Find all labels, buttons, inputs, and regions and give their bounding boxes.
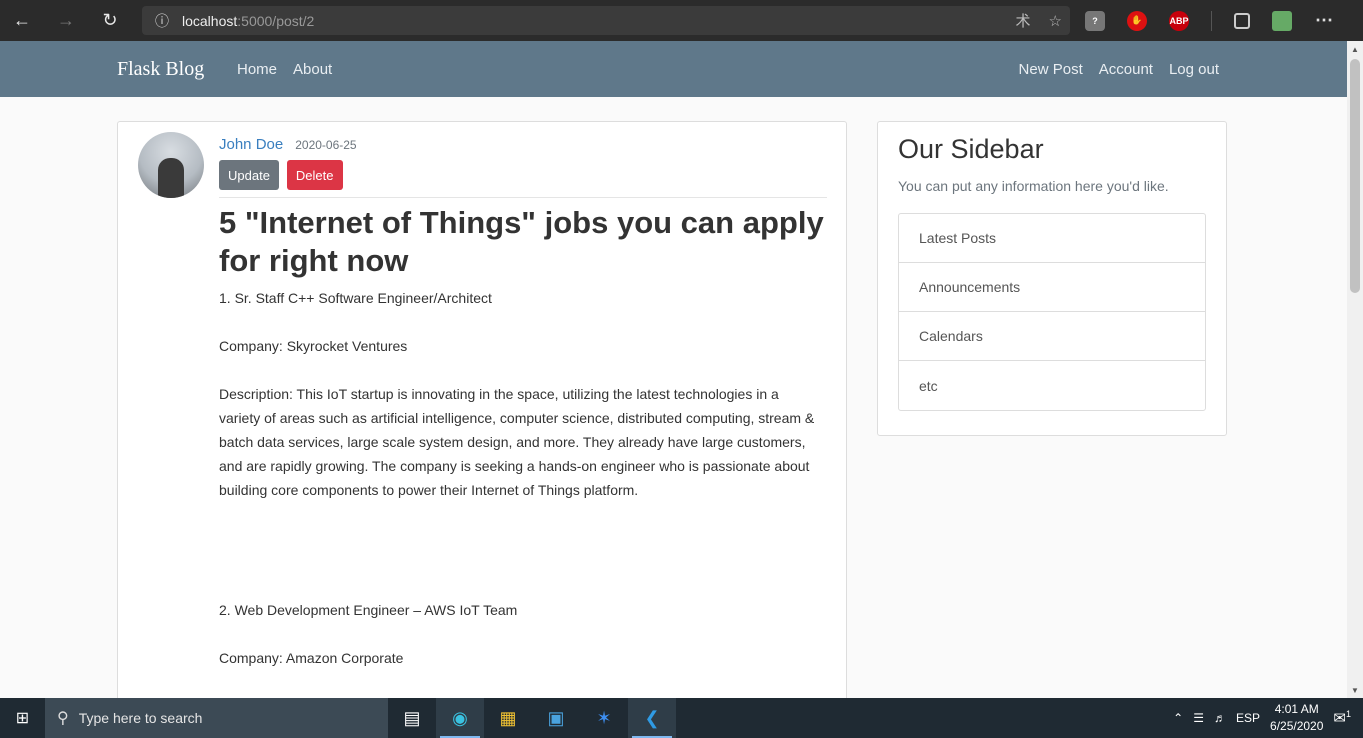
arrow-right-icon: → <box>57 10 75 30</box>
address-bar[interactable]: ⓘ localhost:5000/post/2 术 ☆ <box>142 6 1070 35</box>
scroll-thumb[interactable] <box>1350 59 1360 293</box>
notification-count: 1 <box>1345 709 1351 719</box>
brand-link[interactable]: Flask Blog <box>117 58 204 81</box>
scroll-up-icon[interactable]: ▲ <box>1347 41 1363 57</box>
refresh-icon: ↻ <box>102 10 118 30</box>
nav-link-account[interactable]: Account <box>1099 61 1153 78</box>
post-paragraph: Description: This IoT startup is innovat… <box>219 386 815 498</box>
update-button[interactable]: Update <box>219 160 279 190</box>
post-paragraph: Company: Skyrocket Ventures <box>219 338 408 354</box>
system-tray: ⌃ ☰ ♬ ESP 4:01 AM 6/25/2020 ✉1 <box>1173 698 1363 738</box>
forward-button[interactable]: → <box>44 0 88 41</box>
refresh-button[interactable]: ↻ <box>88 0 132 41</box>
sidebar: Our Sidebar You can put any information … <box>877 121 1227 436</box>
post-title: 5 "Internet of Things" jobs you can appl… <box>219 205 824 278</box>
nav-link-home[interactable]: Home <box>237 61 277 78</box>
profile-avatar-icon[interactable] <box>1272 10 1292 31</box>
search-icon: ⚲ <box>57 710 69 727</box>
language-indicator[interactable]: ESP <box>1236 711 1260 725</box>
adblock-extension-icon[interactable]: ABP <box>1169 10 1189 31</box>
post-meta: John Doe 2020-06-25 <box>219 136 357 153</box>
site-info-icon[interactable]: ⓘ <box>142 11 182 31</box>
url-host: localhost <box>182 12 238 29</box>
browser-toolbar: ← → ↻ ⓘ localhost:5000/post/2 术 ☆ ? ✋ AB… <box>0 0 1363 41</box>
author-link[interactable]: John Doe <box>219 136 283 153</box>
sidebar-subtitle: You can put any information here you'd l… <box>898 178 1169 194</box>
post-paragraph <box>219 526 819 574</box>
edge-browser-icon[interactable]: ◉ <box>436 698 484 738</box>
sidebar-list: Latest Posts Announcements Calendars etc <box>898 213 1206 411</box>
toolbar-divider <box>1211 10 1212 31</box>
volume-icon[interactable]: ♬ <box>1214 711 1226 725</box>
post-article: John Doe 2020-06-25 Update Delete 5 "Int… <box>117 121 847 721</box>
arrow-left-icon: ← <box>13 10 31 30</box>
network-icon[interactable]: ☰ <box>1193 711 1204 725</box>
sidebar-title: Our Sidebar <box>898 134 1044 164</box>
delete-button[interactable]: Delete <box>286 160 343 190</box>
nav-link-logout[interactable]: Log out <box>1169 61 1219 78</box>
post-paragraph: 1. Sr. Staff C++ Software Engineer/Archi… <box>219 290 492 306</box>
favorite-star-icon[interactable]: ☆ <box>1049 12 1062 30</box>
notification-icon[interactable]: ✉1 <box>1333 709 1351 727</box>
clock-time: 4:01 AM <box>1274 702 1319 716</box>
back-button[interactable]: ← <box>0 0 44 41</box>
post-content: 1. Sr. Staff C++ Software Engineer/Archi… <box>219 286 819 694</box>
scroll-down-icon[interactable]: ▼ <box>1347 682 1363 698</box>
windows-taskbar: ⊞ ⚲ Type here to search ▤ ◉ ▦ ▣ ✶ ❮ ⌃ ☰ … <box>0 698 1363 738</box>
hand-extension-icon[interactable]: ✋ <box>1127 10 1147 31</box>
bluetooth-icon[interactable]: ✶ <box>580 698 628 738</box>
post-paragraph: Company: Amazon Corporate <box>219 650 404 666</box>
collections-icon[interactable] <box>1234 12 1250 29</box>
page-scrollbar[interactable]: ▲ ▼ <box>1347 41 1363 698</box>
sidebar-item-etc[interactable]: etc <box>899 361 1205 410</box>
chevron-up-icon[interactable]: ⌃ <box>1173 711 1183 725</box>
site-navbar: Flask Blog Home About New Post Account L… <box>0 41 1347 97</box>
sidebar-item-latest-posts[interactable]: Latest Posts <box>899 214 1205 263</box>
post-paragraph: 2. Web Development Engineer – AWS IoT Te… <box>219 602 518 618</box>
file-explorer-icon[interactable]: ▦ <box>484 698 532 738</box>
clock-date: 6/25/2020 <box>1270 719 1324 733</box>
shield-extension-icon[interactable]: ? <box>1085 10 1105 31</box>
nav-link-about[interactable]: About <box>293 61 332 78</box>
meta-divider <box>219 197 827 198</box>
author-avatar <box>138 132 204 198</box>
sidebar-item-announcements[interactable]: Announcements <box>899 263 1205 312</box>
post-date: 2020-06-25 <box>295 138 357 152</box>
sidebar-item-calendars[interactable]: Calendars <box>899 312 1205 361</box>
windows-start-icon[interactable]: ⊞ <box>0 698 45 738</box>
taskbar-search-placeholder: Type here to search <box>78 710 203 726</box>
more-menu-icon[interactable]: ⋯ <box>1314 10 1334 31</box>
address-url[interactable]: localhost:5000/post/2 <box>182 13 314 29</box>
store-icon[interactable]: ▣ <box>532 698 580 738</box>
task-view-icon[interactable]: ▤ <box>388 698 436 738</box>
vscode-icon[interactable]: ❮ <box>628 698 676 738</box>
nav-link-new-post[interactable]: New Post <box>1019 61 1083 78</box>
translate-icon[interactable]: 术 <box>1016 10 1031 31</box>
taskbar-search[interactable]: ⚲ Type here to search <box>45 698 388 738</box>
url-path: :5000/post/2 <box>237 12 315 29</box>
post-actions: Update Delete <box>219 160 343 190</box>
taskbar-clock[interactable]: 4:01 AM 6/25/2020 <box>1270 701 1323 735</box>
